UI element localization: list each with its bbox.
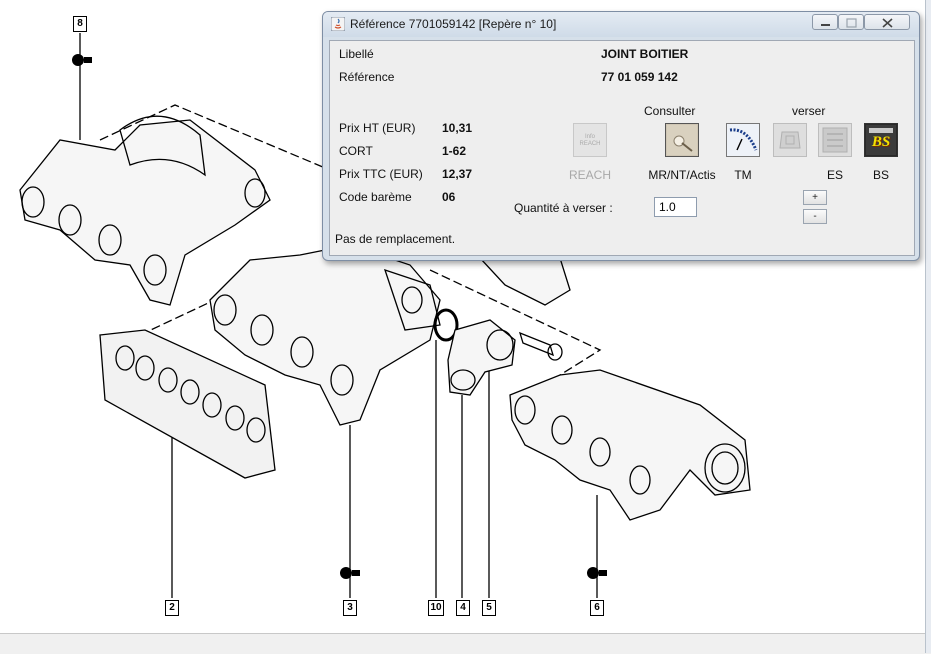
callout-6[interactable]: 6 <box>590 600 604 616</box>
cort-label: CORT <box>339 144 373 158</box>
maximize-button[interactable] <box>838 14 864 30</box>
callout-10[interactable]: 10 <box>428 600 444 616</box>
status-text: Pas de remplacement. <box>335 232 456 246</box>
reference-dialog: Référence 7701059142 [Repère n° 10] Libe… <box>322 11 920 261</box>
dialog-titlebar[interactable]: Référence 7701059142 [Repère n° 10] <box>323 12 919 37</box>
decrement-button[interactable]: - <box>803 209 827 224</box>
prix-ht-label: Prix HT (EUR) <box>339 121 416 135</box>
document-icon <box>667 125 697 155</box>
es-label: ES <box>826 168 843 182</box>
callout-2[interactable]: 2 <box>165 600 179 616</box>
box-icon <box>779 131 801 149</box>
quantity-label: Quantité à verser : <box>514 201 613 215</box>
es-icon <box>822 127 848 153</box>
bs-icon-text: BS <box>871 134 891 150</box>
libelle-label: Libellé <box>339 47 374 61</box>
callout-5[interactable]: 5 <box>482 600 496 616</box>
close-button[interactable] <box>864 14 910 30</box>
consulter-header: Consulter <box>644 104 696 118</box>
callout-3[interactable]: 3 <box>343 600 357 616</box>
prix-ttc-label: Prix TTC (EUR) <box>339 167 423 181</box>
code-bareme-label: Code barème <box>339 190 412 204</box>
prix-ht-value: 10,31 <box>442 121 473 135</box>
dialog-content: Libellé JOINT BOITIER Référence 77 01 05… <box>329 40 915 256</box>
reach-button[interactable]: Info REACH <box>573 123 607 157</box>
verser-header: verser <box>792 104 826 118</box>
minimize-button[interactable] <box>812 14 838 30</box>
callout-8[interactable]: 8 <box>73 16 87 32</box>
tm-label: TM <box>734 168 752 182</box>
libelle-value: JOINT BOITIER <box>601 47 689 61</box>
minimize-icon <box>821 24 830 26</box>
callout-4[interactable]: 4 <box>456 600 470 616</box>
quantity-input[interactable] <box>654 197 697 217</box>
es-button[interactable] <box>818 123 852 157</box>
close-icon <box>882 18 893 28</box>
reference-label: Référence <box>339 70 395 84</box>
bs-button[interactable]: BS <box>864 123 898 157</box>
mrnt-actis-button[interactable] <box>665 123 699 157</box>
tm-button[interactable] <box>726 123 760 157</box>
prix-ttc-value: 12,37 <box>442 167 473 181</box>
java-app-icon <box>331 17 345 31</box>
window-edge <box>925 0 931 653</box>
reach-label: REACH <box>568 168 611 182</box>
gauge-icon <box>727 124 759 156</box>
verser-disabled-button[interactable] <box>773 123 807 157</box>
maximize-icon <box>846 18 857 28</box>
bs-label: BS <box>872 168 889 182</box>
dialog-title: Référence 7701059142 [Repère n° 10] <box>350 17 557 31</box>
status-strip <box>0 633 931 654</box>
mrnt-actis-label: MR/NT/Actis <box>648 168 716 182</box>
increment-button[interactable]: + <box>803 190 827 205</box>
code-bareme-value: 06 <box>442 190 456 204</box>
cort-value: 1-62 <box>442 144 467 158</box>
reach-icon-text: Info REACH <box>579 134 601 147</box>
reference-value: 77 01 059 142 <box>601 70 678 84</box>
